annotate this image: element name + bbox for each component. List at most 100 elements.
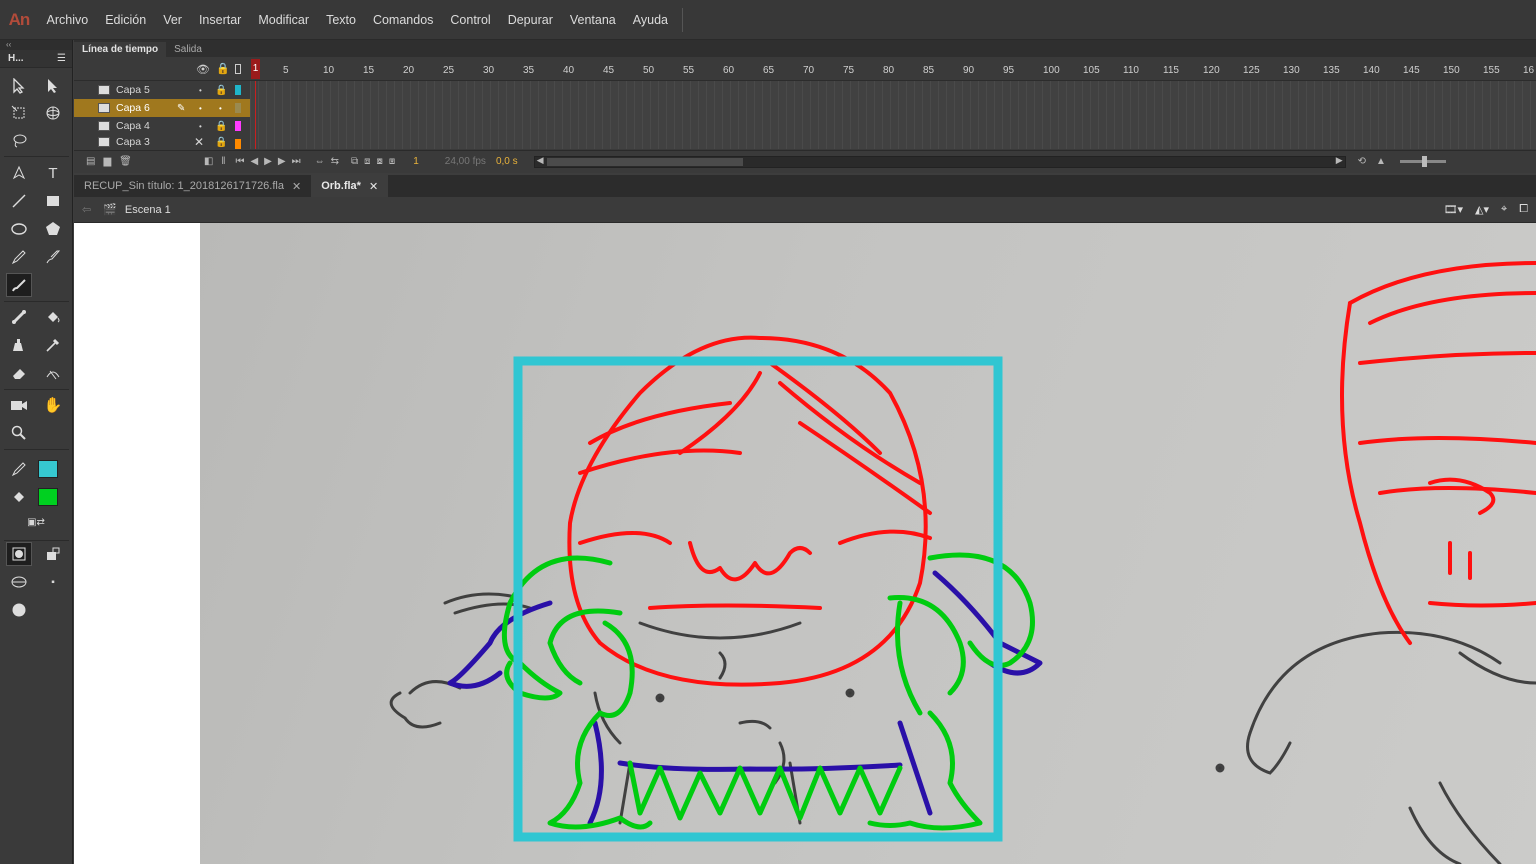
- layer-name[interactable]: Capa 5: [116, 84, 150, 96]
- go-first-frame-icon[interactable]: ⏮: [235, 156, 244, 167]
- playhead-marker[interactable]: 1: [251, 59, 260, 79]
- brush-size-icon[interactable]: [6, 598, 32, 622]
- camera-layer-icon[interactable]: ◧: [204, 156, 213, 167]
- lasso-tool-icon[interactable]: [6, 129, 32, 153]
- eraser-tool-icon[interactable]: [6, 361, 32, 385]
- hand-tool-icon[interactable]: ✋: [40, 393, 66, 417]
- lock-icon[interactable]: 🔒: [215, 85, 227, 96]
- frame-rate[interactable]: 24,00 fps: [445, 156, 486, 167]
- tab-timeline[interactable]: Línea de tiempo: [74, 42, 167, 57]
- pen-tool-icon[interactable]: [6, 161, 32, 185]
- text-tool-icon[interactable]: T: [40, 161, 66, 185]
- oval-tool-icon[interactable]: [6, 217, 32, 241]
- stroke-color-swatch[interactable]: [38, 460, 58, 478]
- scroll-left-icon[interactable]: ◀: [537, 155, 544, 166]
- new-folder-icon[interactable]: ▆: [103, 156, 111, 167]
- hidden-x-icon[interactable]: ✕: [194, 135, 204, 149]
- bone-tool-icon[interactable]: [6, 305, 32, 329]
- menu-archivo[interactable]: Archivo: [38, 13, 97, 27]
- layer-color-swatch[interactable]: [235, 103, 241, 113]
- onion-skin-icon[interactable]: ⧉: [351, 156, 358, 167]
- close-icon[interactable]: ✕: [369, 180, 378, 193]
- subselection-tool-icon[interactable]: [40, 74, 66, 98]
- step-back-icon[interactable]: ◀: [250, 156, 258, 167]
- elapsed-time[interactable]: 0,0 s: [496, 156, 518, 167]
- outline-icon[interactable]: [235, 64, 241, 74]
- menu-ver[interactable]: Ver: [155, 13, 191, 27]
- zoom-tool-icon[interactable]: [6, 421, 32, 445]
- camera-tool-icon[interactable]: [6, 393, 32, 417]
- width-tool-icon[interactable]: [40, 361, 66, 385]
- menu-modificar[interactable]: Modificar: [250, 13, 318, 27]
- menu-ayuda[interactable]: Ayuda: [624, 13, 676, 27]
- swap-colors-icon[interactable]: ▣⇄: [22, 510, 50, 534]
- free-transform-tool-icon[interactable]: [6, 101, 32, 125]
- polystar-tool-icon[interactable]: [40, 217, 66, 241]
- menu-texto[interactable]: Texto: [318, 13, 365, 27]
- loop-range-icon[interactable]: ⇆: [331, 156, 339, 167]
- menu-control[interactable]: Control: [442, 13, 499, 27]
- scroll-right-icon[interactable]: ▶: [1336, 155, 1343, 166]
- clip-stage-icon[interactable]: ⧠: [1519, 203, 1528, 216]
- go-last-frame-icon[interactable]: ⏭: [292, 156, 301, 167]
- menu-comandos[interactable]: Comandos: [364, 13, 441, 27]
- stage-canvas[interactable]: [74, 223, 1536, 864]
- play-icon[interactable]: ▶: [264, 156, 272, 167]
- tab-output[interactable]: Salida: [166, 42, 210, 57]
- layer-color-swatch[interactable]: [235, 121, 241, 131]
- menu-insertar[interactable]: Insertar: [190, 13, 249, 27]
- eye-icon[interactable]: 👁: [196, 63, 210, 76]
- lock-fill-icon[interactable]: [40, 542, 66, 566]
- layer-name[interactable]: Capa 4: [116, 120, 150, 132]
- close-icon[interactable]: ✕: [292, 180, 301, 193]
- layer-name[interactable]: Capa 3: [116, 136, 150, 148]
- slider-handle[interactable]: [1421, 156, 1427, 167]
- line-tool-icon[interactable]: [6, 189, 32, 213]
- frame-grid[interactable]: [250, 81, 1536, 149]
- menu-edicion[interactable]: Edición: [97, 13, 155, 27]
- tab-document-active[interactable]: Orb.fla* ✕: [311, 175, 389, 197]
- center-stage-icon[interactable]: ⌖: [1501, 203, 1507, 216]
- menu-ventana[interactable]: Ventana: [561, 13, 624, 27]
- rectangle-tool-icon[interactable]: [40, 189, 66, 213]
- edit-scene-icon[interactable]: 🎞▾: [1444, 203, 1464, 216]
- tab-document-label[interactable]: Orb.fla*: [321, 180, 361, 192]
- frame-zoom-slider[interactable]: [1399, 156, 1446, 167]
- current-frame[interactable]: 1: [413, 156, 419, 167]
- lock-icon[interactable]: 🔒: [216, 62, 230, 75]
- layer-row[interactable]: Capa 4 • 🔒: [74, 117, 250, 135]
- modify-markers-icon[interactable]: ⧆: [389, 156, 395, 167]
- layer-color-swatch[interactable]: [235, 139, 241, 149]
- dot-icon[interactable]: •: [199, 104, 202, 113]
- scrollbar-thumb[interactable]: [546, 157, 743, 166]
- lock-icon[interactable]: 🔒: [215, 121, 227, 132]
- panel-menu-icon[interactable]: ☰: [57, 53, 66, 64]
- edit-symbols-icon[interactable]: ◭▾: [1475, 203, 1489, 216]
- object-drawing-icon[interactable]: [6, 542, 32, 566]
- brush-shape-icon[interactable]: ▪: [40, 570, 66, 594]
- brush-tool-icon[interactable]: [6, 273, 32, 297]
- pencil-tool-icon[interactable]: [6, 245, 32, 269]
- paint-brush-tool-icon[interactable]: [40, 245, 66, 269]
- 3d-rotation-tool-icon[interactable]: [40, 101, 66, 125]
- zoom-frames-icon[interactable]: ▲: [1376, 156, 1386, 167]
- delete-layer-icon[interactable]: 🗑: [119, 156, 132, 167]
- ink-bottle-tool-icon[interactable]: [6, 333, 32, 357]
- back-arrow-icon[interactable]: ⇦: [82, 203, 91, 216]
- loop-icon[interactable]: ⇔: [315, 156, 325, 167]
- collapse-handle[interactable]: ‹‹: [0, 40, 72, 50]
- frame-ruler[interactable]: 👁 🔒 1 5 10 15 20 25 30 35 40 45 50 55 60…: [74, 57, 1536, 81]
- eyedropper-tool-icon[interactable]: [40, 333, 66, 357]
- new-layer-icon[interactable]: ▤: [86, 156, 95, 167]
- layer-row[interactable]: Capa 3 ✕ 🔒: [74, 135, 250, 149]
- brush-mode-icon[interactable]: [6, 570, 32, 594]
- tab-document[interactable]: RECUP_Sin título: 1_2018126171726.fla ✕: [74, 175, 311, 197]
- dot-icon[interactable]: •: [199, 122, 202, 131]
- layer-name[interactable]: Capa 6: [116, 102, 150, 114]
- tab-document-label[interactable]: RECUP_Sin título: 1_2018126171726.fla: [84, 180, 284, 192]
- selection-tool-icon[interactable]: [6, 74, 32, 98]
- timeline-scrollbar[interactable]: ◀ ▶: [533, 155, 1346, 168]
- menu-depurar[interactable]: Depurar: [499, 13, 561, 27]
- center-frame-icon[interactable]: ⟲: [1358, 156, 1366, 167]
- edit-multiple-icon[interactable]: ⧇: [376, 156, 382, 167]
